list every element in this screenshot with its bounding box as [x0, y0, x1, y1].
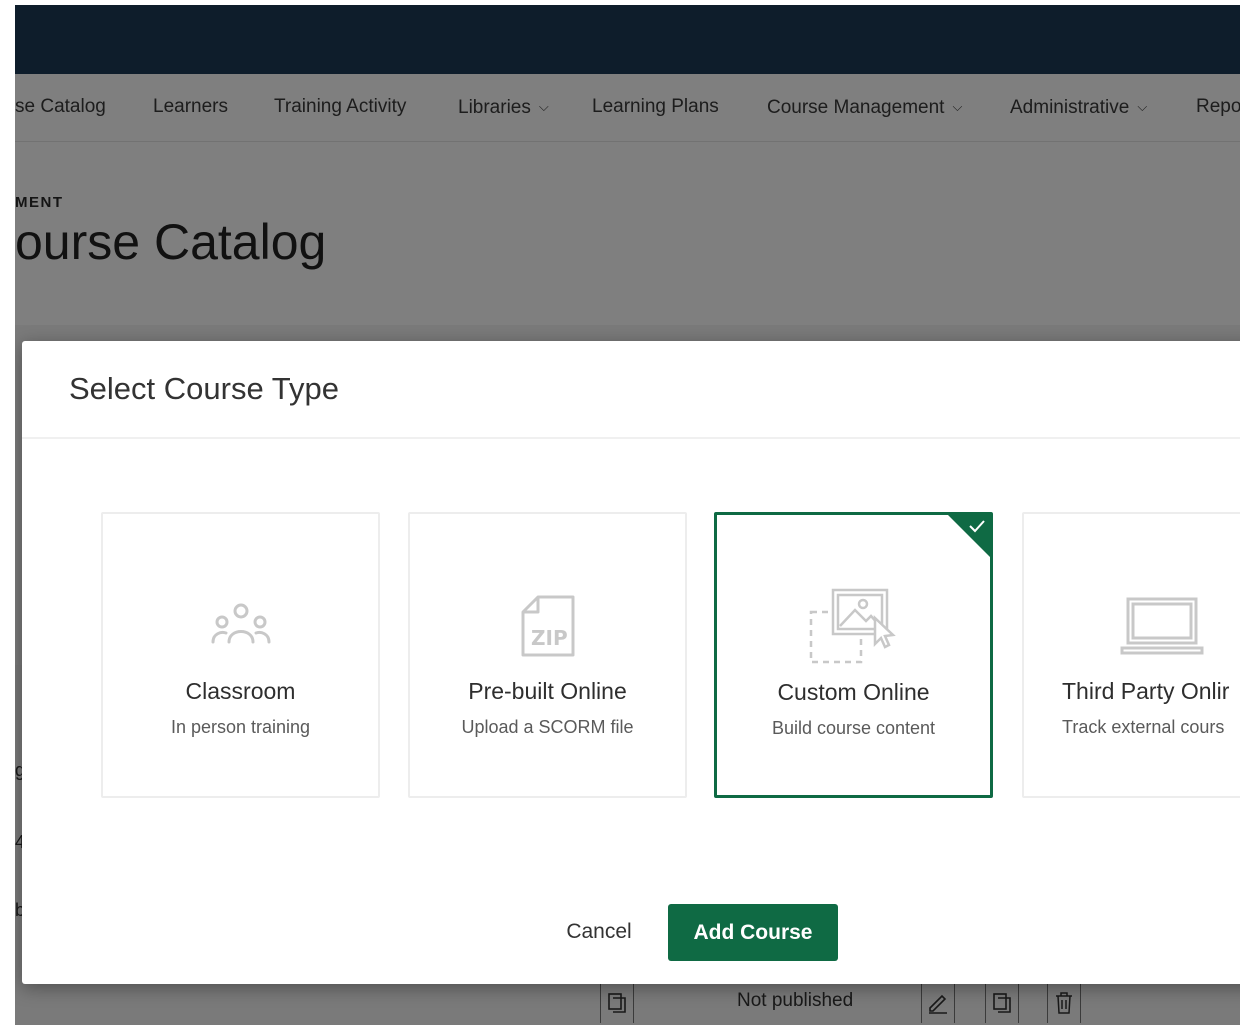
card-title: Classroom	[185, 678, 296, 704]
dialog-header: Select Course Type	[22, 341, 1240, 439]
laptop-icon	[1024, 586, 1240, 666]
image-cursor-icon	[717, 587, 990, 667]
course-type-card-classroom[interactable]: Classroom In person training	[101, 512, 380, 798]
dialog-title: Select Course Type	[69, 371, 339, 406]
course-type-card-prebuilt-online[interactable]: ZIP Pre-built Online Upload a SCORM file	[408, 512, 687, 798]
select-course-type-dialog: Select Course Type Classroom In person t…	[22, 341, 1240, 984]
card-subtitle: Upload a SCORM file	[461, 717, 634, 737]
add-course-button[interactable]: Add Course	[668, 904, 838, 961]
zip-file-icon: ZIP	[410, 586, 685, 666]
card-title: Pre-built Online	[468, 678, 627, 704]
checkmark-icon	[969, 520, 985, 533]
cancel-button[interactable]: Cancel	[549, 904, 649, 960]
card-subtitle: Track external cours	[1062, 717, 1225, 737]
svg-text:ZIP: ZIP	[531, 626, 568, 650]
card-title: Third Party Onlir	[1062, 678, 1230, 704]
app-window: se Catalog Learners Training Activity Li…	[15, 5, 1240, 1025]
card-subtitle: Build course content	[771, 718, 936, 738]
card-title: Custom Online	[777, 679, 930, 705]
course-type-card-custom-online[interactable]: Custom Online Build course content	[714, 512, 993, 798]
people-icon	[103, 586, 378, 666]
course-type-card-third-party-online[interactable]: Third Party Onlir Track external cours	[1022, 512, 1240, 798]
card-subtitle: In person training	[170, 717, 311, 737]
